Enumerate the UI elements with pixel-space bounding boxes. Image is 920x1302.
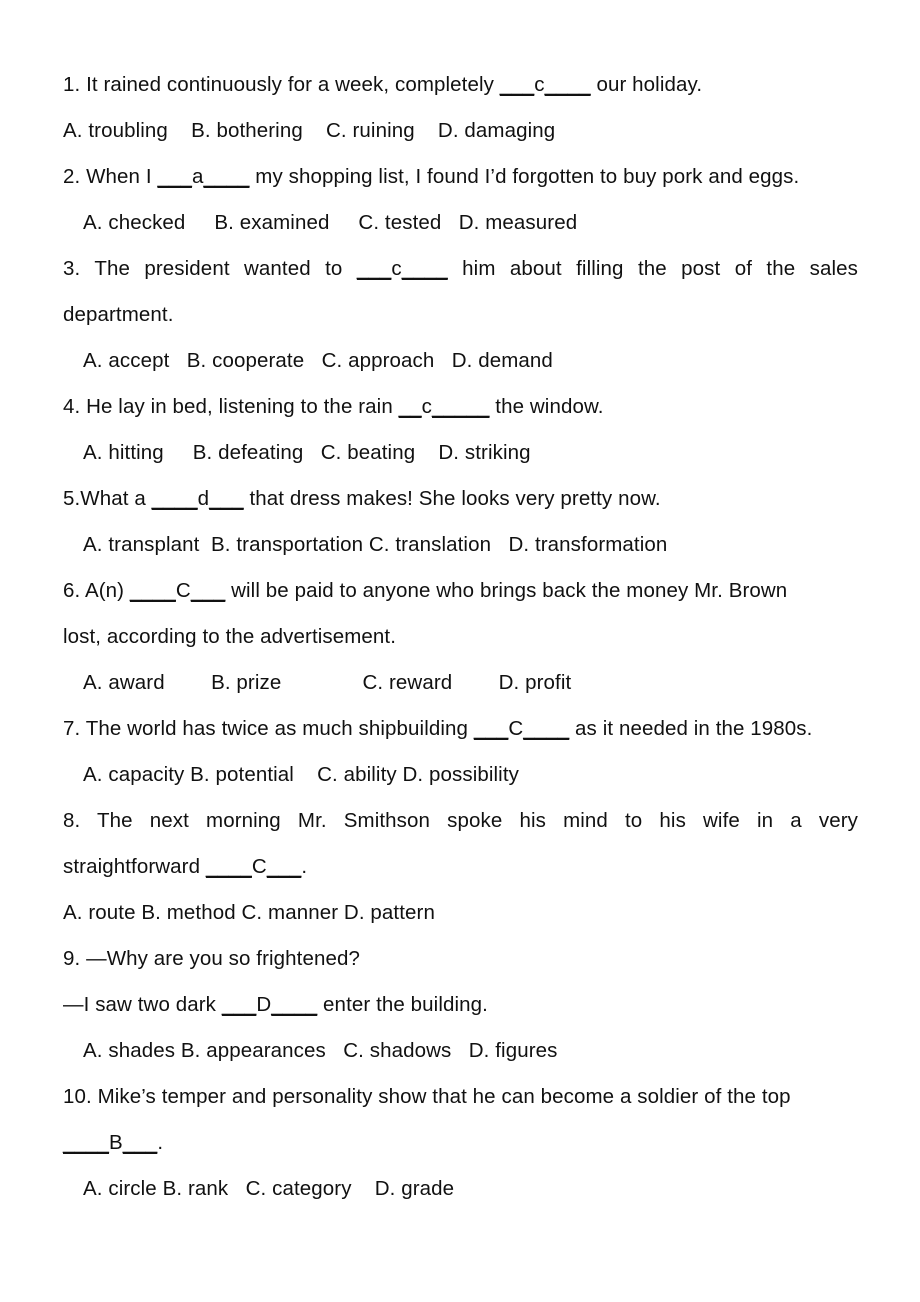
question-stem-7: 7. The world has twice as much shipbuild… bbox=[63, 706, 858, 752]
question-8-stem-continued: straightforward ____C___. bbox=[63, 844, 858, 890]
question-9-reply: —I saw two dark ___D____ enter the build… bbox=[63, 982, 858, 1028]
question-1-answer[interactable]: c bbox=[534, 62, 544, 108]
question-5-blank-right[interactable]: ___ bbox=[209, 487, 244, 510]
question-1-text: 1. It rained continuously for a week, co… bbox=[63, 73, 500, 96]
question-2-answer[interactable]: a bbox=[192, 154, 204, 200]
question-9-blank-left[interactable]: ___ bbox=[222, 993, 257, 1016]
question-7-blank-right[interactable]: ____ bbox=[523, 717, 569, 740]
question-6-text: 6. A(n) bbox=[63, 579, 130, 602]
question-stem-5: 5.What a ____d___ that dress makes! She … bbox=[63, 476, 858, 522]
question-10-blank-right[interactable]: ___ bbox=[123, 1131, 158, 1154]
question-stem-6: 6. A(n) ____C___ will be paid to anyone … bbox=[63, 568, 858, 614]
question-7-text-tail: as it needed in the 1980s. bbox=[569, 717, 813, 740]
question-3-options[interactable]: A. accept B. cooperate C. approach D. de… bbox=[63, 338, 858, 384]
worksheet-body: 1. It rained continuously for a week, co… bbox=[63, 62, 858, 1212]
question-4-text-tail: the window. bbox=[489, 395, 604, 418]
question-8-blank-left[interactable]: ____ bbox=[206, 855, 252, 878]
question-1-text-tail: our holiday. bbox=[590, 73, 703, 96]
question-5-answer[interactable]: d bbox=[198, 476, 210, 522]
question-8-answer[interactable]: C bbox=[252, 844, 267, 890]
question-2-blank-left[interactable]: ___ bbox=[157, 165, 192, 188]
question-9-reply-text: —I saw two dark bbox=[63, 993, 222, 1016]
question-9-answer[interactable]: D bbox=[256, 982, 271, 1028]
question-6-blank-left[interactable]: ____ bbox=[130, 579, 176, 602]
question-9-blank-right[interactable]: ____ bbox=[271, 993, 317, 1016]
question-5-text: 5.What a bbox=[63, 487, 152, 510]
question-stem-4: 4. He lay in bed, listening to the rain … bbox=[63, 384, 858, 430]
question-5-options[interactable]: A. transplant B. transportation C. trans… bbox=[63, 522, 858, 568]
question-4-text: 4. He lay in bed, listening to the rain bbox=[63, 395, 399, 418]
question-stem-9: 9. —Why are you so frightened? bbox=[63, 947, 360, 970]
question-2-text-tail: my shopping list, I found I’d forgotten … bbox=[249, 165, 800, 188]
question-3-stem-continued: department. bbox=[63, 303, 174, 326]
question-stem-10: 10. Mike’s temper and personality show t… bbox=[63, 1085, 791, 1108]
question-8-text-continued: straightforward bbox=[63, 855, 206, 878]
question-5-blank-left[interactable]: ____ bbox=[152, 487, 198, 510]
question-2-options[interactable]: A. checked B. examined C. tested D. meas… bbox=[63, 200, 858, 246]
question-1-blank-right[interactable]: ____ bbox=[545, 73, 591, 96]
question-6-stem-continued: lost, according to the advertisement. bbox=[63, 625, 397, 648]
question-7-blank-left[interactable]: ___ bbox=[474, 717, 509, 740]
question-3-blank-right[interactable]: ____ bbox=[402, 257, 448, 280]
question-1-blank-left[interactable]: ___ bbox=[500, 73, 535, 96]
question-9-options[interactable]: A. shades B. appearances C. shadows D. f… bbox=[63, 1028, 858, 1074]
question-stem-3: 3. The president wanted to ___c____ him … bbox=[63, 246, 858, 292]
question-7-answer[interactable]: C bbox=[508, 706, 523, 752]
question-4-options[interactable]: A. hitting B. defeating C. beating D. st… bbox=[63, 430, 858, 476]
question-7-options[interactable]: A. capacity B. potential C. ability D. p… bbox=[63, 752, 858, 798]
question-stem-1: 1. It rained continuously for a week, co… bbox=[63, 62, 858, 108]
question-4-blank-right[interactable]: _____ bbox=[432, 395, 490, 418]
question-stem-2: 2. When I ___a____ my shopping list, I f… bbox=[63, 154, 858, 200]
worksheet-page: 1. It rained continuously for a week, co… bbox=[0, 0, 920, 1302]
question-7-text: 7. The world has twice as much shipbuild… bbox=[63, 717, 474, 740]
question-3-blank-left[interactable]: ___ bbox=[357, 257, 392, 280]
question-8-text-tail: . bbox=[301, 855, 308, 878]
question-9-reply-tail: enter the building. bbox=[317, 993, 488, 1016]
question-6-blank-right[interactable]: ___ bbox=[191, 579, 226, 602]
question-6-options[interactable]: A. award B. prize C. reward D. profit bbox=[63, 660, 858, 706]
question-3-text: 3. The president wanted to bbox=[63, 257, 357, 280]
question-10-answer[interactable]: B bbox=[109, 1120, 123, 1166]
question-5-text-tail: that dress makes! She looks very pretty … bbox=[243, 487, 661, 510]
question-1-options[interactable]: A. troubling B. bothering C. ruining D. … bbox=[63, 108, 858, 154]
question-3-answer[interactable]: c bbox=[391, 246, 401, 292]
question-2-text: 2. When I bbox=[63, 165, 158, 188]
question-3-text-tail: him about filling the post of the sales bbox=[447, 257, 859, 280]
question-6-text-tail: will be paid to anyone who brings back t… bbox=[225, 579, 788, 602]
question-4-blank-left[interactable]: __ bbox=[399, 395, 422, 418]
question-8-blank-right[interactable]: ___ bbox=[267, 855, 302, 878]
question-8-options[interactable]: A. route B. method C. manner D. pattern bbox=[63, 890, 858, 936]
question-10-stem-continued: ____B___. bbox=[63, 1120, 858, 1166]
question-stem-8: 8. The next morning Mr. Smithson spoke h… bbox=[63, 809, 858, 832]
question-4-answer[interactable]: c bbox=[422, 384, 432, 430]
question-10-text-tail: . bbox=[157, 1131, 164, 1154]
question-10-blank-left[interactable]: ____ bbox=[63, 1131, 109, 1154]
question-2-blank-right[interactable]: ____ bbox=[203, 165, 249, 188]
question-10-options[interactable]: A. circle B. rank C. category D. grade bbox=[63, 1166, 858, 1212]
question-6-answer[interactable]: C bbox=[176, 568, 191, 614]
